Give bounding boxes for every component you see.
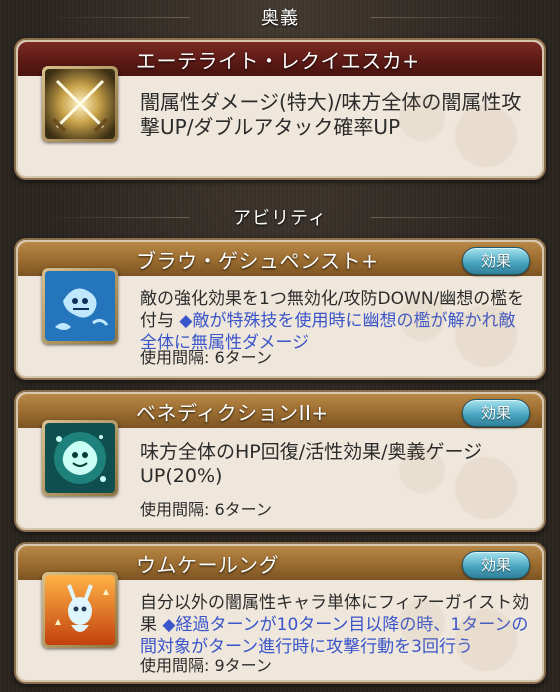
ougi-title: エーテライト・レクイエスカ+ xyxy=(136,48,420,73)
ability-section-label: アビリティ xyxy=(233,208,327,229)
ability-icon-frame xyxy=(42,572,118,648)
ability-description: 味方全体のHP回復/活性効果/奥義ゲージUP(20%) xyxy=(140,440,530,488)
ability-icon-frame xyxy=(42,420,118,496)
ability-section-header: アビリティ xyxy=(0,200,560,234)
ability-cooldown: 使用間隔: 6ターン xyxy=(140,348,272,367)
spirit-buff-icon xyxy=(45,575,115,645)
ghost-heal-icon xyxy=(45,423,115,493)
ability-card-2: ベネディクションII+ 効果 味方全体のHP回復/活性効果/奥義ゲージUP(20… xyxy=(14,390,546,532)
ability-cooldown: 使用間隔: 6ターン xyxy=(140,500,272,519)
ability-title: ウムケールング xyxy=(136,552,280,577)
ougi-description: 闇属性ダメージ(特大)/味方全体の闇属性攻撃UP/ダブルアタック確率UP xyxy=(140,90,522,139)
ghost-debuff-icon xyxy=(45,271,115,341)
ougi-section-label: 奥義 xyxy=(261,8,299,29)
effect-button[interactable]: 効果 xyxy=(462,399,530,427)
ability-card-1: ブラウ・ゲシュペンスト+ 効果 敵の強化効果を1つ無効化/攻防DOWN/幽想の檻… xyxy=(14,238,546,380)
ability-icon-frame xyxy=(42,268,118,344)
crossed-swords-icon xyxy=(45,69,115,139)
ability-title: ベネディクションII+ xyxy=(136,400,329,425)
ougi-section-header: 奥義 xyxy=(0,0,560,34)
ability-cooldown: 使用間隔: 9ターン xyxy=(140,656,272,675)
effect-button[interactable]: 効果 xyxy=(462,247,530,275)
ougi-icon-frame xyxy=(42,66,118,142)
effect-button[interactable]: 効果 xyxy=(462,551,530,579)
ability-description: 自分以外の闇属性キャラ単体にフィアーガイスト効果 ◆経過ターンが10ターン目以降… xyxy=(140,592,530,658)
ability-description-text: 味方全体のHP回復/活性効果/奥義ゲージUP(20%) xyxy=(140,441,483,487)
ougi-card: エーテライト・レクイエスカ+ 闇属性ダメージ(特大)/味方全体の闇属性攻撃UP/… xyxy=(14,38,546,180)
ability-note: ◆経過ターンが10ターン目以降の時、1ターンの間対象がターン進行時に攻撃行動を3… xyxy=(140,615,529,657)
ability-card-3: ウムケールング 効果 自分以外の闇属性キャラ単体にフィアーガイスト効果 ◆経過タ… xyxy=(14,542,546,684)
ability-title: ブラウ・ゲシュペンスト+ xyxy=(136,248,379,273)
